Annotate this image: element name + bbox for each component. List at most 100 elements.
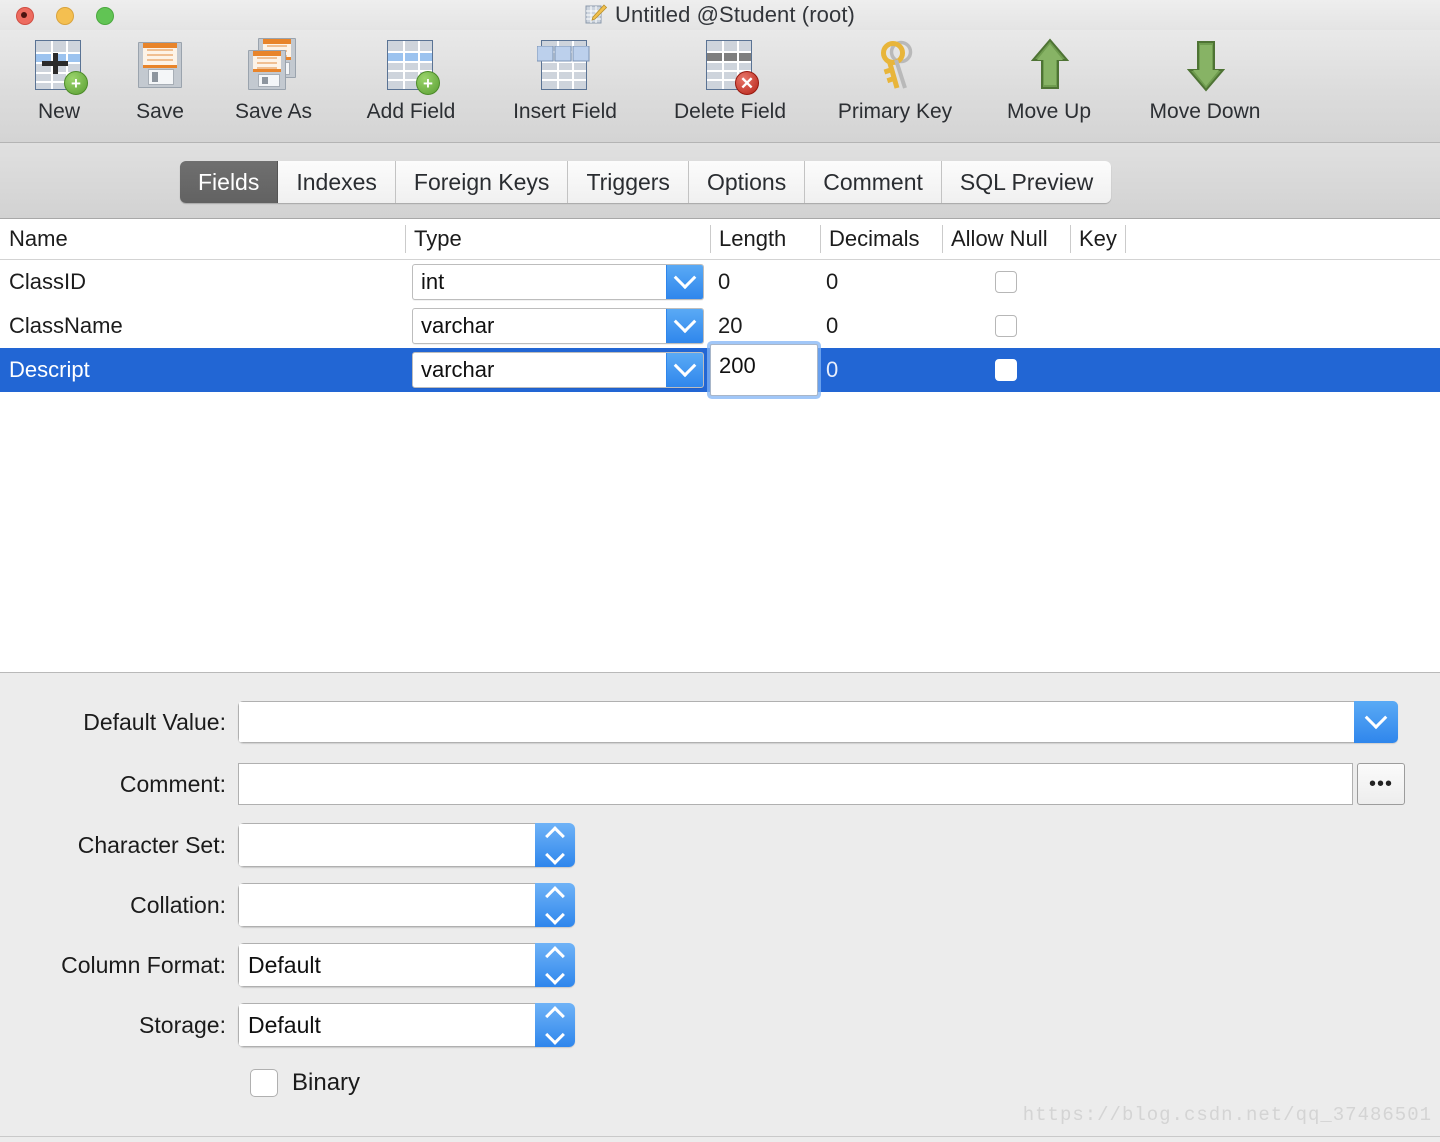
move-up-button-label: Move Up (1006, 100, 1092, 123)
move-down-button[interactable]: Move Down (1121, 34, 1289, 124)
plus-badge-icon: + (416, 71, 440, 95)
column-header-name[interactable]: Name (0, 219, 405, 259)
character-set-value[interactable] (238, 823, 535, 867)
column-format-label: Column Format: (61, 951, 226, 978)
key-icon (863, 34, 927, 98)
new-table-icon: + (27, 34, 91, 98)
default-value-label: Default Value: (83, 708, 226, 735)
column-divider[interactable] (1125, 225, 1126, 253)
storage-label: Storage: (139, 1011, 226, 1038)
arrow-down-icon (1173, 34, 1237, 98)
column-format-combo[interactable]: Default (238, 943, 575, 987)
default-value-input[interactable] (238, 701, 1354, 743)
collation-combo[interactable] (238, 883, 575, 927)
stepper-icon[interactable] (535, 943, 575, 987)
comment-row: Comment: ••• (0, 763, 1440, 805)
default-value-row: Default Value: (0, 701, 1440, 743)
insert-field-button[interactable]: Insert Field (483, 34, 647, 124)
chevron-down-icon[interactable] (666, 353, 703, 387)
field-name-cell[interactable]: ClassID (9, 260, 86, 304)
column-header-decimals[interactable]: Decimals (820, 219, 942, 259)
allow-null-checkbox[interactable] (995, 359, 1017, 381)
column-divider[interactable] (1070, 225, 1071, 253)
chevron-down-icon[interactable] (1354, 701, 1398, 743)
allow-null-checkbox[interactable] (995, 315, 1017, 337)
field-decimals-cell[interactable]: 0 (826, 260, 838, 304)
field-type-combo[interactable]: varchar (412, 352, 704, 388)
storage-row: Storage: Default (0, 1003, 1440, 1047)
tab-triggers[interactable]: Triggers (568, 161, 689, 203)
comment-browse-button[interactable]: ••• (1357, 763, 1405, 805)
column-divider[interactable] (942, 225, 943, 253)
collation-label: Collation: (130, 891, 226, 918)
field-decimals-cell[interactable]: 0 (826, 304, 838, 348)
character-set-row: Character Set: (0, 823, 1440, 867)
save-button[interactable]: Save (112, 34, 208, 124)
tab-indexes[interactable]: Indexes (278, 161, 396, 203)
grid-header-row: Name Type Length Decimals Allow Null Key (0, 219, 1440, 260)
plus-badge-icon: + (64, 71, 88, 95)
new-button[interactable]: + New (6, 34, 112, 124)
field-name-cell[interactable]: ClassName (9, 304, 123, 348)
field-length-value: 200 (719, 353, 756, 378)
field-decimals-cell[interactable]: 0 (826, 348, 838, 392)
table-edit-icon (585, 4, 608, 26)
field-length-cell[interactable]: 20 (718, 304, 742, 348)
field-length-input[interactable]: 200 (710, 344, 818, 396)
window-title-group: Untitled @Student (root) (0, 0, 1440, 30)
arrow-up-icon (1017, 34, 1081, 98)
tab-sql-preview[interactable]: SQL Preview (941, 161, 1112, 203)
fields-grid: Name Type Length Decimals Allow Null Key… (0, 219, 1440, 672)
storage-value[interactable]: Default (238, 1003, 535, 1047)
column-divider[interactable] (710, 225, 711, 253)
minimize-button[interactable] (56, 7, 74, 25)
column-divider[interactable] (820, 225, 821, 253)
tab-group: Fields Indexes Foreign Keys Triggers Opt… (180, 161, 1112, 203)
field-type-value: varchar (421, 313, 495, 338)
field-type-value: varchar (421, 357, 495, 382)
delete-field-button[interactable]: ✕ Delete Field (647, 34, 813, 124)
column-header-length[interactable]: Length (710, 219, 820, 259)
table-row[interactable]: ClassName varchar 20 0 (0, 304, 1440, 348)
delete-badge-icon: ✕ (735, 71, 759, 95)
add-field-button[interactable]: + Add Field (339, 34, 483, 124)
chevron-down-icon[interactable] (666, 265, 703, 299)
tab-fields[interactable]: Fields (180, 161, 279, 203)
close-button[interactable] (16, 7, 34, 25)
delete-field-button-label: Delete Field (673, 100, 787, 123)
character-set-combo[interactable] (238, 823, 575, 867)
field-length-cell[interactable]: 0 (718, 260, 730, 304)
tab-options[interactable]: Options (688, 161, 806, 203)
primary-key-button-label: Primary Key (837, 100, 953, 123)
chevron-down-icon[interactable] (666, 309, 703, 343)
default-value-combo[interactable] (238, 701, 1398, 743)
title-bar: Untitled @Student (root) (0, 0, 1440, 30)
column-divider[interactable] (405, 225, 406, 253)
column-header-type[interactable]: Type (405, 219, 710, 259)
main-window: Untitled @Student (root) + New Save Save… (0, 0, 1440, 1142)
field-type-combo[interactable]: int (412, 264, 704, 300)
collation-value[interactable] (238, 883, 535, 927)
allow-null-checkbox[interactable] (995, 271, 1017, 293)
table-row[interactable]: ClassID int 0 0 (0, 260, 1440, 304)
field-type-combo[interactable]: varchar (412, 308, 704, 344)
tab-comment[interactable]: Comment (805, 161, 942, 203)
column-format-value[interactable]: Default (238, 943, 535, 987)
stepper-icon[interactable] (535, 1003, 575, 1047)
stepper-icon[interactable] (535, 883, 575, 927)
watermark-text: https://blog.csdn.net/qq_37486501 (1022, 1104, 1432, 1126)
maximize-button[interactable] (96, 7, 114, 25)
binary-checkbox[interactable] (250, 1069, 278, 1097)
window-title: Untitled @Student (root) (615, 2, 855, 27)
tab-foreign-keys[interactable]: Foreign Keys (395, 161, 569, 203)
comment-input[interactable] (238, 763, 1353, 805)
save-as-button[interactable]: Save As (208, 34, 339, 124)
field-name-cell[interactable]: Descript (9, 348, 90, 392)
primary-key-button[interactable]: Primary Key (813, 34, 977, 124)
table-row[interactable]: Descript varchar 200 0 (0, 344, 1440, 396)
stepper-icon[interactable] (535, 823, 575, 867)
column-header-allow-null[interactable]: Allow Null (942, 219, 1070, 259)
move-up-button[interactable]: Move Up (977, 34, 1121, 124)
column-header-key[interactable]: Key (1070, 219, 1125, 259)
storage-combo[interactable]: Default (238, 1003, 575, 1047)
